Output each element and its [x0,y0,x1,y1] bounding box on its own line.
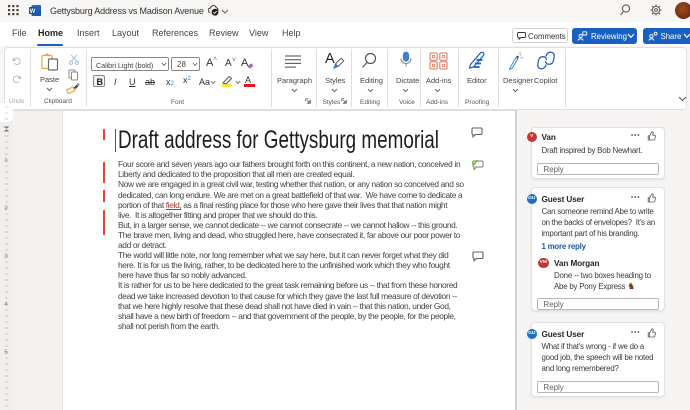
svg-text:1: 1 [4,158,8,164]
svg-text:4: 4 [4,302,8,308]
svg-text:W: W [30,9,36,15]
svg-text:5: 5 [4,350,8,356]
svg-text:2: 2 [4,206,8,212]
svg-text:3: 3 [4,254,8,260]
